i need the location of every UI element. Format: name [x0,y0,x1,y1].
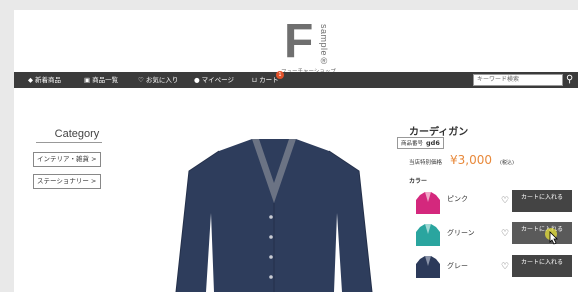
nav-item-mypage[interactable]: ● マイページ [194,72,234,88]
color-name-green: グリーン [447,229,475,237]
category-title: Category [54,128,100,140]
product-name: カーディガン [409,127,469,138]
product-code-label: 商品番号 [401,141,424,147]
cart-icon: ⊔ [252,76,258,84]
add-to-cart-button-pink[interactable]: カートに入れる [512,190,572,212]
search-input[interactable]: キーワード検索 [473,74,563,86]
cart-count-badge: 1 [276,71,284,79]
nav-item-cart[interactable]: ⊔ カート [252,72,279,88]
product-price: ¥3,000 [450,153,492,167]
heart-icon: ♡ [138,76,144,84]
favorite-heart-icon[interactable]: ♡ [501,262,509,272]
category-link-stationery[interactable]: ステーショナリー > [33,174,101,189]
category-divider [36,142,102,143]
nav-item-new[interactable]: ◆ 新着商品 [28,72,61,88]
swatch-gray[interactable] [415,254,441,280]
add-to-cart-button-green[interactable]: カートに入れる [512,222,572,244]
logo-sample-text: sample® [319,24,329,67]
favorite-heart-icon[interactable]: ♡ [501,229,509,239]
nav-label: 新着商品 [35,76,61,84]
price-label: 当店特別価格 [409,160,443,166]
nav-label: カート [259,76,279,84]
logo-letter: F [284,15,314,68]
shop-logo[interactable]: F sample® フューチャーショップ [281,16,351,76]
bag-icon: ▣ [84,76,91,84]
swatch-green[interactable] [415,222,441,248]
color-name-pink: ピンク [447,195,468,203]
color-name-gray: グレー [447,262,468,270]
product-code-box: 商品番号 gd6 [397,137,444,149]
nav-label: お気に入り [145,76,179,84]
nav-label: マイページ [201,76,235,84]
search-icon[interactable]: ⚲ [566,73,573,87]
nav-item-favorites[interactable]: ♡ お気に入り [138,72,178,88]
diamond-icon: ◆ [28,76,33,84]
tax-note: (税込) [500,160,514,166]
nav-item-list[interactable]: ▣ 商品一覧 [84,72,118,88]
category-link-interior[interactable]: インテリア・雑貨 > [33,152,101,167]
product-image[interactable] [174,133,374,292]
swatch-pink[interactable] [415,190,441,216]
main-nav: ◆ 新着商品 ▣ 商品一覧 ♡ お気に入り ● マイページ ⊔ カート 1 キーワード検索… [14,71,578,88]
page: F sample® フューチャーショップ ◆新着商品 ▣商品一覧 ♡お気に入り … [14,10,578,292]
nav-label: 商品一覧 [92,76,119,84]
person-icon: ● [194,76,200,84]
product-code: gd6 [426,139,440,147]
mouse-cursor-icon [545,228,558,245]
color-label: カラー [409,178,428,185]
add-to-cart-button-gray[interactable]: カートに入れる [512,255,572,277]
favorite-heart-icon[interactable]: ♡ [501,196,509,206]
